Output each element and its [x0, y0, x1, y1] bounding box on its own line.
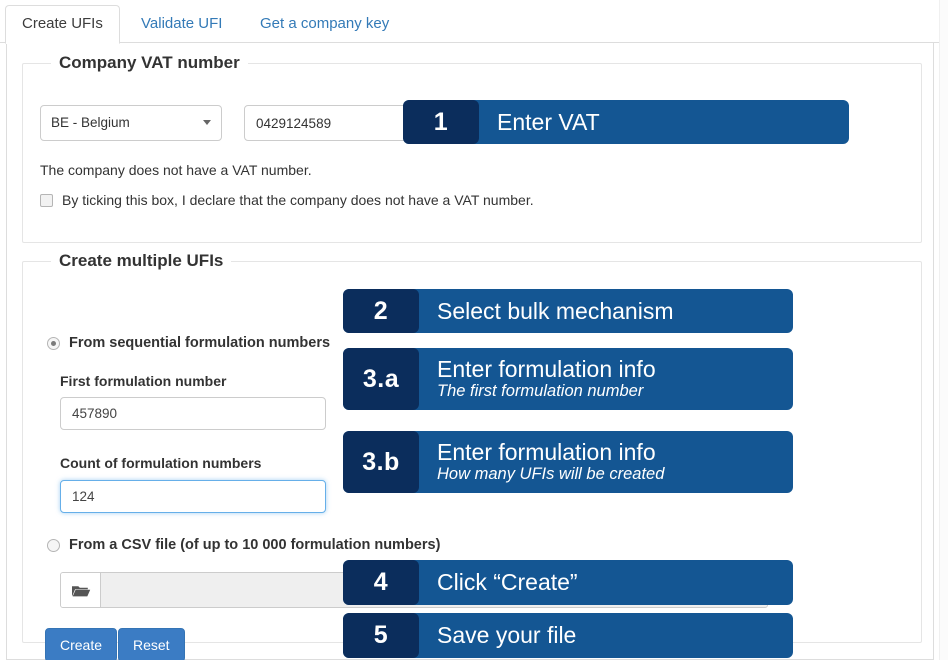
callout-body: Click “Create”: [419, 560, 594, 605]
callout-step-2: 2 Select bulk mechanism: [343, 289, 793, 333]
callout-step-3b: 3.b Enter formulation info How many UFIs…: [343, 431, 793, 493]
reset-button[interactable]: Reset: [118, 628, 185, 660]
callout-step-3a: 3.a Enter formulation info The first for…: [343, 348, 793, 410]
callout-body: Select bulk mechanism: [419, 289, 690, 333]
chevron-down-icon: [203, 120, 211, 125]
country-select-value: BE - Belgium: [51, 115, 130, 130]
callout-subtitle: The first formulation number: [437, 381, 644, 400]
tab-get-company-key[interactable]: Get a company key: [243, 5, 406, 43]
callout-body: Enter formulation info How many UFIs wil…: [419, 431, 680, 493]
callout-body: Enter VAT: [479, 100, 616, 144]
folder-open-icon: [71, 585, 90, 596]
callout-title: Click “Create”: [437, 569, 578, 596]
create-button[interactable]: Create: [45, 628, 118, 660]
count-formulation-label: Count of formulation numbers: [60, 455, 262, 471]
page-scrollbar[interactable]: [939, 0, 948, 660]
option-csv-label: From a CSV file (of up to 10 000 formula…: [69, 537, 441, 553]
option-sequential-label: From sequential formulation numbers: [69, 335, 331, 351]
callout-title: Enter formulation info: [437, 439, 656, 466]
callout-number: 1: [403, 100, 479, 144]
callout-number: 4: [343, 560, 419, 605]
callout-number: 3.b: [343, 431, 419, 493]
count-formulation-input[interactable]: [60, 480, 326, 513]
callout-title: Select bulk mechanism: [437, 297, 674, 324]
callout-step-1: 1 Enter VAT: [403, 100, 849, 144]
no-vat-checkbox-row[interactable]: By ticking this box, I declare that the …: [40, 192, 534, 208]
tab-bar: Create UFIs Validate UFI Get a company k…: [0, 0, 948, 44]
callout-step-5: 5 Save your file: [343, 613, 793, 658]
tab-create-ufis[interactable]: Create UFIs: [5, 5, 120, 44]
callout-body: Enter formulation info The first formula…: [419, 348, 672, 410]
vat-helper-text: The company does not have a VAT number.: [40, 162, 312, 178]
callout-title: Save your file: [437, 622, 577, 649]
company-vat-legend: Company VAT number: [51, 53, 248, 73]
tab-validate-ufi[interactable]: Validate UFI: [124, 5, 239, 43]
browse-button[interactable]: [61, 573, 101, 607]
callout-number: 3.a: [343, 348, 419, 410]
first-formulation-input[interactable]: [60, 397, 326, 430]
callout-number: 2: [343, 289, 419, 333]
option-csv-row[interactable]: From a CSV file (of up to 10 000 formula…: [47, 537, 440, 553]
radio-csv[interactable]: [47, 538, 60, 552]
create-multiple-ufis-legend: Create multiple UFIs: [51, 251, 232, 271]
radio-sequential[interactable]: [47, 336, 60, 350]
option-sequential-row[interactable]: From sequential formulation numbers: [47, 335, 330, 351]
no-vat-checkbox[interactable]: [40, 193, 53, 207]
country-select[interactable]: BE - Belgium: [40, 105, 222, 141]
first-formulation-label: First formulation number: [60, 373, 227, 389]
callout-step-4: 4 Click “Create”: [343, 560, 793, 605]
callout-number: 5: [343, 613, 419, 658]
callout-title: Enter formulation info: [437, 356, 656, 383]
callout-subtitle: How many UFIs will be created: [437, 464, 665, 483]
callout-title: Enter VAT: [497, 108, 600, 135]
ufi-create-page: Create UFIs Validate UFI Get a company k…: [0, 0, 948, 660]
company-vat-fieldset: Company VAT number BE - Belgium The comp…: [22, 53, 922, 243]
no-vat-checkbox-label: By ticking this box, I declare that the …: [62, 192, 534, 208]
callout-body: Save your file: [419, 613, 592, 658]
